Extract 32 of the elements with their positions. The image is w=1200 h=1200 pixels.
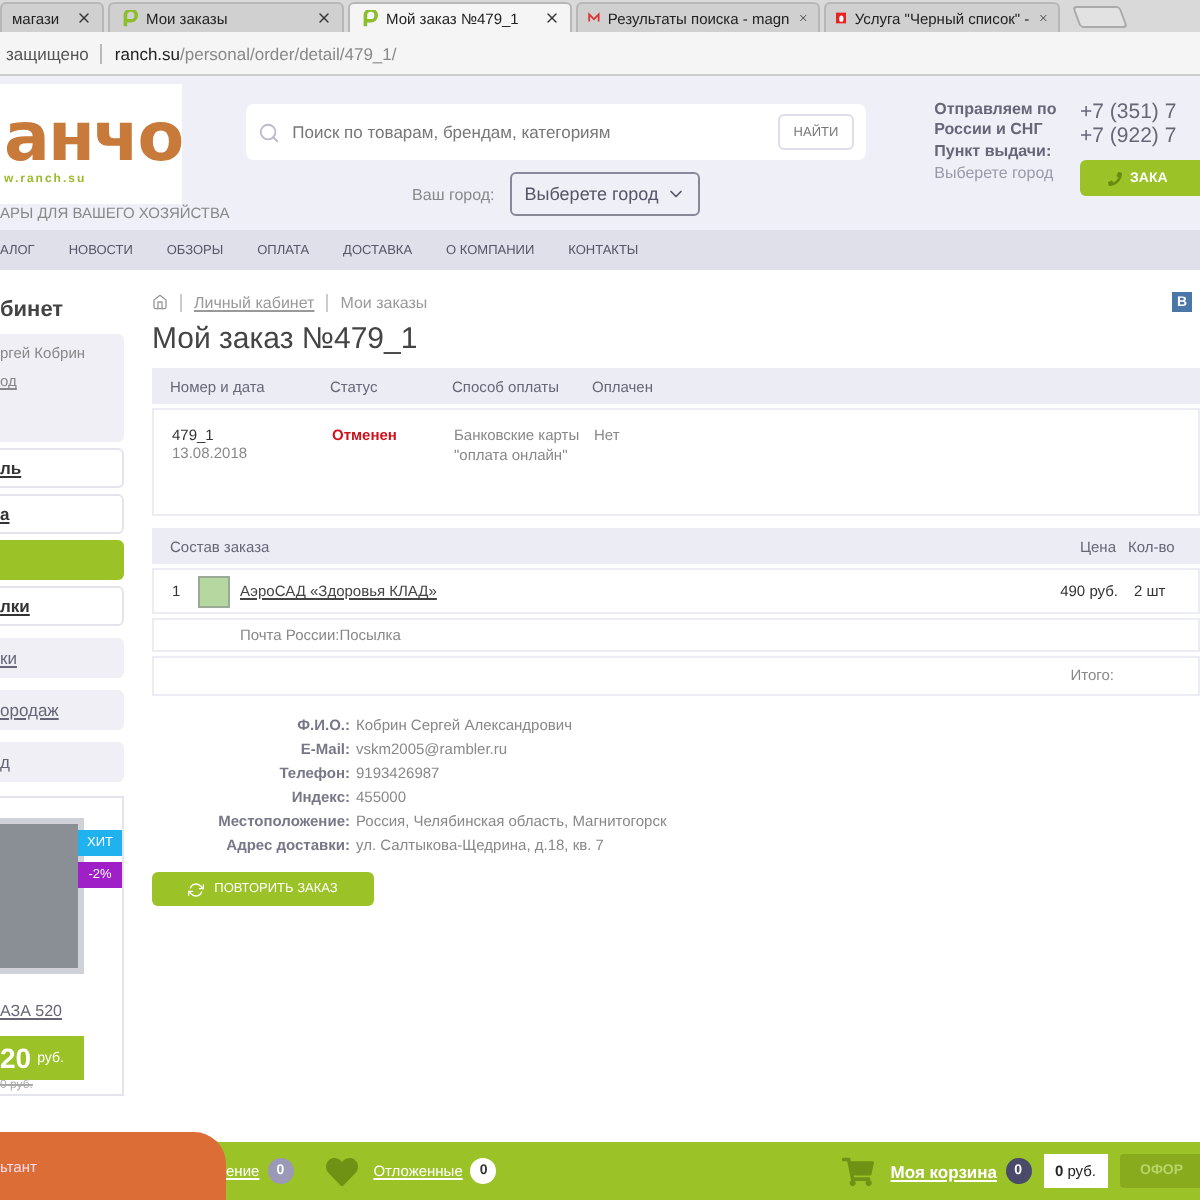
sidebar-item[interactable]: лки <box>0 586 124 626</box>
cart-icon[interactable] <box>842 1155 875 1187</box>
shipping-note: Отправляем по России и СНГ <box>934 100 1059 140</box>
city-select[interactable]: Выберете город <box>510 172 701 216</box>
close-icon[interactable] <box>76 10 92 26</box>
breadcrumb-link[interactable]: Личный кабинет <box>194 293 315 311</box>
close-icon[interactable] <box>544 10 560 26</box>
security-label: защищено <box>6 43 103 63</box>
phone-number: +7 (922) 7 <box>1080 124 1179 148</box>
page-title: Мой заказ №479_1 <box>152 322 420 356</box>
sidebar-item[interactable]: ородаж <box>0 690 124 730</box>
city-label: Ваш город: <box>412 185 495 203</box>
breadcrumb-current: Мои заказы <box>340 293 428 311</box>
close-icon[interactable] <box>316 10 332 26</box>
sidebar-item[interactable]: а <box>0 494 124 534</box>
new-tab-button[interactable] <box>1072 6 1128 28</box>
phone-icon <box>1108 171 1122 185</box>
drop-icon <box>836 10 847 26</box>
mail-icon <box>588 10 600 26</box>
phone-number: +7 (351) 7 <box>1080 100 1179 124</box>
pickup-label: Пункт выдачи: <box>934 142 1054 162</box>
sidebar-item[interactable]: ль <box>0 448 124 488</box>
product-name[interactable]: АЗА 520 <box>0 1002 122 1020</box>
sidebar-item[interactable]: д <box>0 742 124 782</box>
sidebar-title: бинет <box>0 298 66 322</box>
address-field[interactable]: ranch.su/personal/order/detail/479_1/ <box>114 43 397 63</box>
home-icon[interactable] <box>152 294 168 310</box>
sidebar-item[interactable]: ки <box>0 638 124 678</box>
search-icon <box>258 121 281 143</box>
product-thumbnail <box>198 575 230 607</box>
heart-icon[interactable] <box>325 1155 358 1187</box>
refresh-icon <box>188 881 205 897</box>
